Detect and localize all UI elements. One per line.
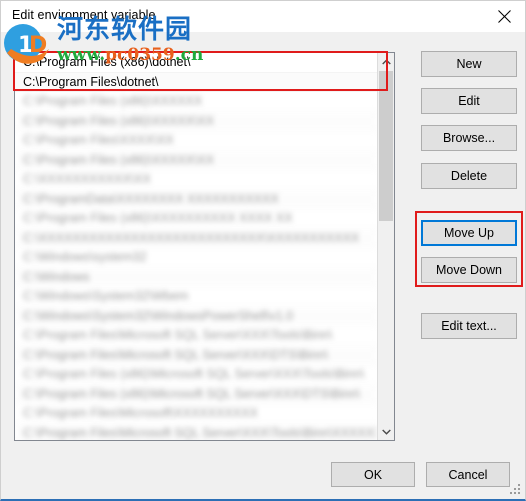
list-item[interactable]: C:\Program Files (x86)\XXXXXX [15, 92, 377, 112]
title-bar: Edit environment variable [1, 1, 525, 32]
list-item[interactable]: C:\Windows\System32\WindowsPowerShell\v1… [15, 306, 377, 326]
list-item[interactable]: C:\Program Files (x86)\dotnet\ [15, 53, 377, 73]
edit-text-button[interactable]: Edit text... [421, 313, 517, 339]
list-item[interactable]: C:\Windows [15, 267, 377, 287]
list-item[interactable]: C:\Program Files\XXXX\XX [15, 131, 377, 151]
edit-button[interactable]: Edit [421, 88, 517, 114]
resize-grip[interactable] [509, 482, 521, 494]
list-item[interactable]: C:\Program Files (x86)\XXXXX\XX [15, 150, 377, 170]
list-item[interactable]: C:\Program Files\dotnet\ [15, 72, 377, 92]
path-list-box[interactable]: C:\Program Files (x86)\dotnet\ C:\Program… [14, 52, 395, 441]
list-item[interactable]: C:\Windows\System32\Wbem [15, 287, 377, 307]
vertical-scrollbar[interactable] [377, 53, 394, 440]
page-title: Edit environment variable [12, 8, 156, 22]
list-item[interactable]: C:\Windows\system32 [15, 248, 377, 268]
list-item[interactable]: C:\XXXXXXXXXXX\XX [15, 170, 377, 190]
move-up-button[interactable]: Move Up [421, 220, 517, 246]
delete-button[interactable]: Delete [421, 163, 517, 189]
chevron-down-icon[interactable] [378, 423, 394, 440]
list-item[interactable]: C:\Program Files\Microsoft SQL Server\XX… [15, 423, 377, 440]
list-item[interactable]: C:\Program Files\Microsoft SQL Server\XX… [15, 345, 377, 365]
list-item[interactable]: C:\Program Files (x86)\XXXXX\XX [15, 111, 377, 131]
list-item[interactable]: C:\XXXXXXXXXXXXXXXXXXXXXXXXXXX\XXXXXXXXX… [15, 228, 377, 248]
move-down-button[interactable]: Move Down [421, 257, 517, 283]
scrollbar-thumb[interactable] [379, 71, 393, 221]
list-item[interactable]: C:\Program Files\Microsoft SQL Server\XX… [15, 326, 377, 346]
list-item[interactable]: C:\Program Files (x86)\XXXXXXXXXX XXXX X… [15, 209, 377, 229]
cancel-button[interactable]: Cancel [426, 462, 510, 487]
list-item[interactable]: C:\ProgramData\XXXXXXXX XXXXXXXXXXX [15, 189, 377, 209]
path-list-items[interactable]: C:\Program Files (x86)\dotnet\ C:\Program… [15, 53, 377, 440]
edit-environment-variable-dialog: Edit environment variable C:\Program Fil… [0, 0, 526, 501]
list-item[interactable]: C:\Program Files (x86)\Microsoft SQL Ser… [15, 384, 377, 404]
list-item[interactable]: C:\Program Files (x86)\Microsoft SQL Ser… [15, 365, 377, 385]
close-icon[interactable] [481, 1, 525, 32]
list-item[interactable]: C:\Program Files\Microsoft\XXXXXXXXXX [15, 404, 377, 424]
chevron-up-icon[interactable] [378, 53, 394, 70]
ok-button[interactable]: OK [331, 462, 415, 487]
new-button[interactable]: New [421, 51, 517, 77]
browse-button[interactable]: Browse... [421, 125, 517, 151]
